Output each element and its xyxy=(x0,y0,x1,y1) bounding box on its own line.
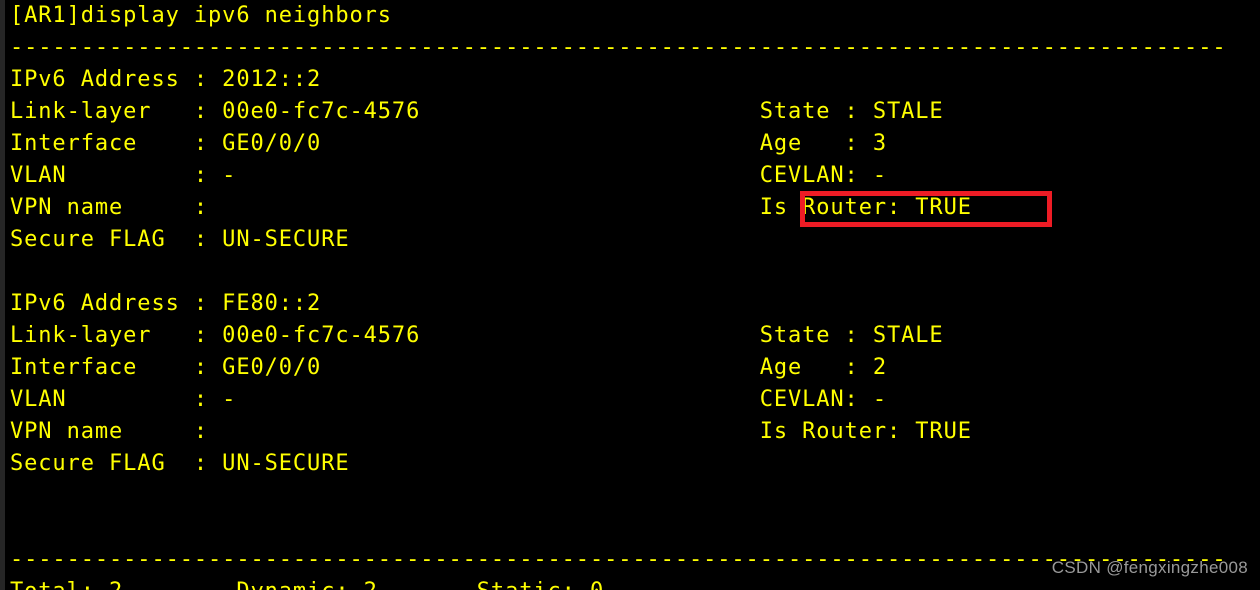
neighbor-1-link-layer-line: Link-layer : 00e0-fc7c-4576 State : STAL… xyxy=(10,99,944,124)
neighbor-2-secure-flag-line: Secure FLAG : UN-SECURE xyxy=(10,451,350,476)
blank-line-3 xyxy=(10,512,1260,544)
terminal-output: [AR1]display ipv6 neighbors -------------… xyxy=(10,0,1260,590)
separator-line-top: ----------------------------------------… xyxy=(10,35,1227,60)
command-prompt-line: [AR1]display ipv6 neighbors xyxy=(10,3,392,28)
neighbor-1-ipv6-address-line: IPv6 Address : 2012::2 xyxy=(10,67,322,92)
neighbor-1-secure-flag-line: Secure FLAG : UN-SECURE xyxy=(10,227,350,252)
neighbor-2-link-layer-line: Link-layer : 00e0-fc7c-4576 State : STAL… xyxy=(10,323,944,348)
blank-line-2 xyxy=(10,480,1260,512)
watermark-label: CSDN @fengxingzhe008 xyxy=(1051,558,1248,577)
blank-line-1 xyxy=(10,256,1260,288)
neighbor-2-vpn-name-line: VPN name : Is Router: TRUE xyxy=(10,419,972,444)
neighbor-2-vlan-line: VLAN : - CEVLAN: - xyxy=(10,387,887,412)
neighbor-1-interface-line: Interface : GE0/0/0 Age : 3 xyxy=(10,131,887,156)
neighbor-2-interface-line: Interface : GE0/0/0 Age : 2 xyxy=(10,355,887,380)
neighbor-1-vlan-line: VLAN : - CEVLAN: - xyxy=(10,163,887,188)
neighbor-2-ipv6-address-line: IPv6 Address : FE80::2 xyxy=(10,291,322,316)
summary-line: Total: 2 Dynamic: 2 Static: 0 xyxy=(10,576,1260,590)
terminal-window[interactable]: [AR1]display ipv6 neighbors -------------… xyxy=(0,0,1260,590)
terminal-left-edge xyxy=(0,0,5,590)
neighbor-1-vpn-name-line: VPN name : Is Router: TRUE xyxy=(10,195,972,220)
